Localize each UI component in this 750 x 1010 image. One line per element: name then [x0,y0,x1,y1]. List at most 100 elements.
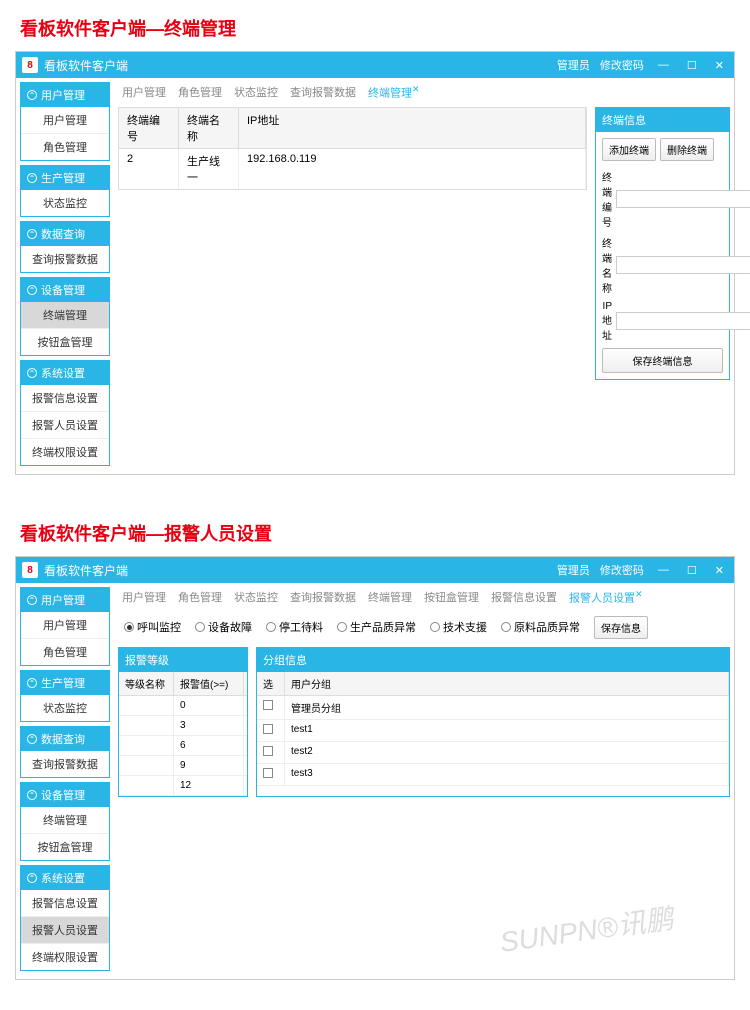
admin-link[interactable]: 管理员 [557,57,590,73]
table-row[interactable]: test1 [257,720,729,742]
terminal-id-label: 终端编号 [602,169,612,229]
sidebar-item[interactable]: 角色管理 [21,639,109,665]
tab[interactable]: 状态监控 [234,84,278,101]
tab[interactable]: 报警人员设置✕ [569,589,643,606]
section-title-2: 看板软件客户端—报警人员设置 [0,505,750,556]
table-row[interactable]: 6 [119,736,247,756]
table-row[interactable]: test2 [257,742,729,764]
tab[interactable]: 用户管理 [122,589,166,606]
sidebar-item[interactable]: 状态监控 [21,695,109,721]
cell: 12 [174,776,244,795]
table-row[interactable]: 12 [119,776,247,796]
tab[interactable]: 查询报警数据 [290,84,356,101]
sidebar-item[interactable]: 查询报警数据 [21,246,109,272]
close-button[interactable]: ✕ [711,564,728,577]
table-row[interactable]: test3 [257,764,729,786]
sidebar-item[interactable]: 状态监控 [21,190,109,216]
minimize-button[interactable]: — [654,564,673,576]
collapse-icon: ⌃ [27,173,37,183]
sidebar-item[interactable]: 报警信息设置 [21,890,109,917]
tab[interactable]: 终端管理✕ [368,84,420,101]
tab[interactable]: 状态监控 [234,589,278,606]
tab[interactable]: 角色管理 [178,84,222,101]
change-password-link[interactable]: 修改密码 [600,57,644,73]
cell: test2 [285,742,729,763]
close-icon[interactable]: ✕ [635,589,643,599]
menu-header[interactable]: ⌃设备管理 [21,278,109,302]
table-row[interactable]: 0 [119,696,247,716]
delete-terminal-button[interactable]: 删除终端 [660,138,714,161]
cell: 0 [174,696,244,715]
sidebar-item[interactable]: 查询报警数据 [21,751,109,777]
tab[interactable]: 用户管理 [122,84,166,101]
ip-input[interactable] [616,312,750,330]
menu-header[interactable]: ⌃设备管理 [21,783,109,807]
terminal-table: 终端编号终端名称IP地址 2生产线一192.168.0.119 [118,107,587,380]
maximize-button[interactable]: ☐ [683,59,701,72]
sidebar-item[interactable]: 报警信息设置 [21,385,109,412]
sidebar-item[interactable]: 终端权限设置 [21,439,109,465]
radio-option[interactable]: 设备故障 [195,619,252,635]
app-window-terminal: 8 看板软件客户端 管理员 修改密码 — ☐ ✕ ⌃用户管理用户管理角色管理⌃生… [15,51,735,475]
app-title: 看板软件客户端 [44,57,557,74]
save-terminal-button[interactable]: 保存终端信息 [602,348,723,373]
checkbox[interactable] [263,768,273,778]
table-row[interactable]: 2生产线一192.168.0.119 [118,149,587,190]
admin-link[interactable]: 管理员 [557,562,590,578]
column-header: 用户分组 [285,672,729,695]
change-password-link[interactable]: 修改密码 [600,562,644,578]
menu-header[interactable]: ⌃数据查询 [21,727,109,751]
menu-header[interactable]: ⌃系统设置 [21,866,109,890]
tab[interactable]: 角色管理 [178,589,222,606]
menu-header[interactable]: ⌃生产管理 [21,671,109,695]
cell: test1 [285,720,729,741]
minimize-button[interactable]: — [654,59,673,71]
maximize-button[interactable]: ☐ [683,564,701,577]
sidebar-item[interactable]: 用户管理 [21,107,109,134]
tab[interactable]: 终端管理 [368,589,412,606]
menu-header[interactable]: ⌃数据查询 [21,222,109,246]
radio-option[interactable]: 停工待料 [266,619,323,635]
panel-title: 终端信息 [596,108,729,132]
menu-header[interactable]: ⌃生产管理 [21,166,109,190]
cell: test3 [285,764,729,785]
table-row[interactable]: 9 [119,756,247,776]
add-terminal-button[interactable]: 添加终端 [602,138,656,161]
terminal-name-input[interactable] [616,256,750,274]
sidebar-item[interactable]: 终端权限设置 [21,944,109,970]
close-icon[interactable]: ✕ [412,84,420,94]
tab[interactable]: 查询报警数据 [290,589,356,606]
checkbox[interactable] [263,746,273,756]
checkbox[interactable] [263,724,273,734]
column-header: 选 [257,672,285,695]
sidebar-item[interactable]: 用户管理 [21,612,109,639]
terminal-id-input[interactable] [616,190,750,208]
sidebar-item[interactable]: 终端管理 [21,807,109,834]
menu-header[interactable]: ⌃用户管理 [21,83,109,107]
collapse-icon: ⌃ [27,229,37,239]
save-info-button[interactable]: 保存信息 [594,616,648,639]
radio-option[interactable]: 生产品质异常 [337,619,416,635]
sidebar-item[interactable]: 角色管理 [21,134,109,160]
table-row[interactable]: 管理员分组 [257,696,729,720]
tab[interactable]: 按钮盒管理 [424,589,479,606]
sidebar-item[interactable]: 报警人员设置 [21,412,109,439]
radio-option[interactable]: 技术支援 [430,619,487,635]
sidebar-item[interactable]: 按钮盒管理 [21,834,109,860]
cell [119,736,174,755]
radio-icon [266,622,276,632]
app-logo-icon: 8 [22,57,38,73]
menu-header[interactable]: ⌃用户管理 [21,588,109,612]
sidebar-item[interactable]: 按钮盒管理 [21,329,109,355]
radio-option[interactable]: 原料品质异常 [501,619,580,635]
radio-label: 停工待料 [279,619,323,635]
sidebar-item[interactable]: 报警人员设置 [21,917,109,944]
table-row[interactable]: 3 [119,716,247,736]
checkbox[interactable] [263,700,273,710]
radio-label: 原料品质异常 [514,619,580,635]
tab[interactable]: 报警信息设置 [491,589,557,606]
radio-option[interactable]: 呼叫监控 [124,619,181,635]
menu-header[interactable]: ⌃系统设置 [21,361,109,385]
sidebar-item[interactable]: 终端管理 [21,302,109,329]
close-button[interactable]: ✕ [711,59,728,72]
